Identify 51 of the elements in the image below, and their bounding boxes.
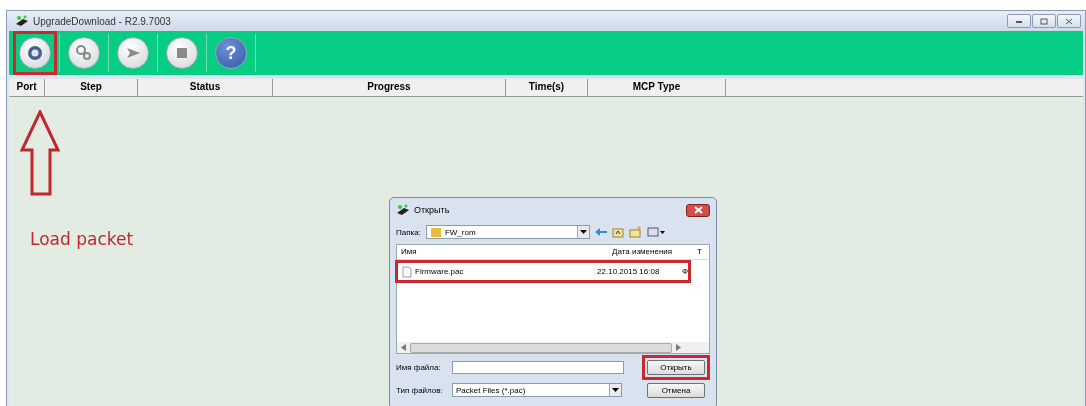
close-button[interactable] <box>1057 14 1081 28</box>
gears-icon <box>74 43 94 63</box>
filename-field[interactable] <box>452 360 624 374</box>
dialog-title: Открыть <box>414 205 450 215</box>
file-icon <box>402 265 412 278</box>
column-header[interactable]: Step <box>45 79 138 96</box>
caret-icon <box>612 388 619 392</box>
column-header[interactable]: Т <box>693 245 709 259</box>
column-header[interactable]: MCP Type <box>588 79 726 96</box>
filetype-label: Тип файлов: <box>396 385 444 395</box>
filename-label: Имя файла: <box>396 362 442 372</box>
settings-icon <box>25 43 45 63</box>
column-header[interactable]: Time(s) <box>506 79 588 96</box>
scroll-right-icon[interactable] <box>676 344 681 351</box>
scroll-left-icon[interactable] <box>401 344 406 351</box>
close-icon <box>1065 17 1073 25</box>
folder-icon <box>429 226 442 238</box>
folder-label: Папка: <box>396 227 421 237</box>
help-button[interactable]: ? <box>215 37 247 69</box>
annotation-text: Load packet <box>30 229 134 249</box>
app-icon <box>15 15 29 27</box>
horizontal-scrollbar[interactable] <box>397 342 709 353</box>
app-icon <box>396 204 410 216</box>
column-header[interactable]: Progress <box>273 79 506 96</box>
minimize-icon <box>1015 18 1023 24</box>
column-header[interactable]: Port <box>9 79 45 96</box>
file-name: Firmware.pac <box>415 267 464 276</box>
filetype-dropdown[interactable]: Packet Files (*.pac) <box>452 383 622 397</box>
file-row[interactable]: Firmware.pac 22.10.2015 16:08 Ф <box>395 260 691 283</box>
up-arrow-icon <box>20 110 60 198</box>
file-date: 22.10.2015 16:08 <box>594 267 672 276</box>
file-type: Ф <box>680 267 688 276</box>
cancel-button[interactable]: Отмена <box>647 382 705 398</box>
column-header[interactable]: Status <box>138 79 273 96</box>
maximize-icon <box>1040 17 1048 25</box>
view-menu-icon[interactable] <box>646 227 665 237</box>
settings-button[interactable] <box>19 37 51 69</box>
play-button[interactable] <box>117 37 149 69</box>
minimize-button[interactable] <box>1007 14 1031 28</box>
caret-icon <box>579 230 587 234</box>
back-arrow-icon[interactable] <box>594 227 607 237</box>
open-button[interactable]: Открыть <box>647 359 705 375</box>
stop-button[interactable] <box>166 37 198 69</box>
window-title: UpgradeDownload - R2.9.7003 <box>33 15 171 27</box>
column-header[interactable]: Имя <box>397 245 609 259</box>
close-icon <box>693 206 703 214</box>
gears-button[interactable] <box>68 37 100 69</box>
folder-dropdown[interactable]: FW_rom <box>425 225 590 239</box>
folder-up-icon[interactable] <box>611 226 624 238</box>
close-button[interactable] <box>686 203 710 217</box>
column-header[interactable]: Дата изменения <box>609 245 693 259</box>
